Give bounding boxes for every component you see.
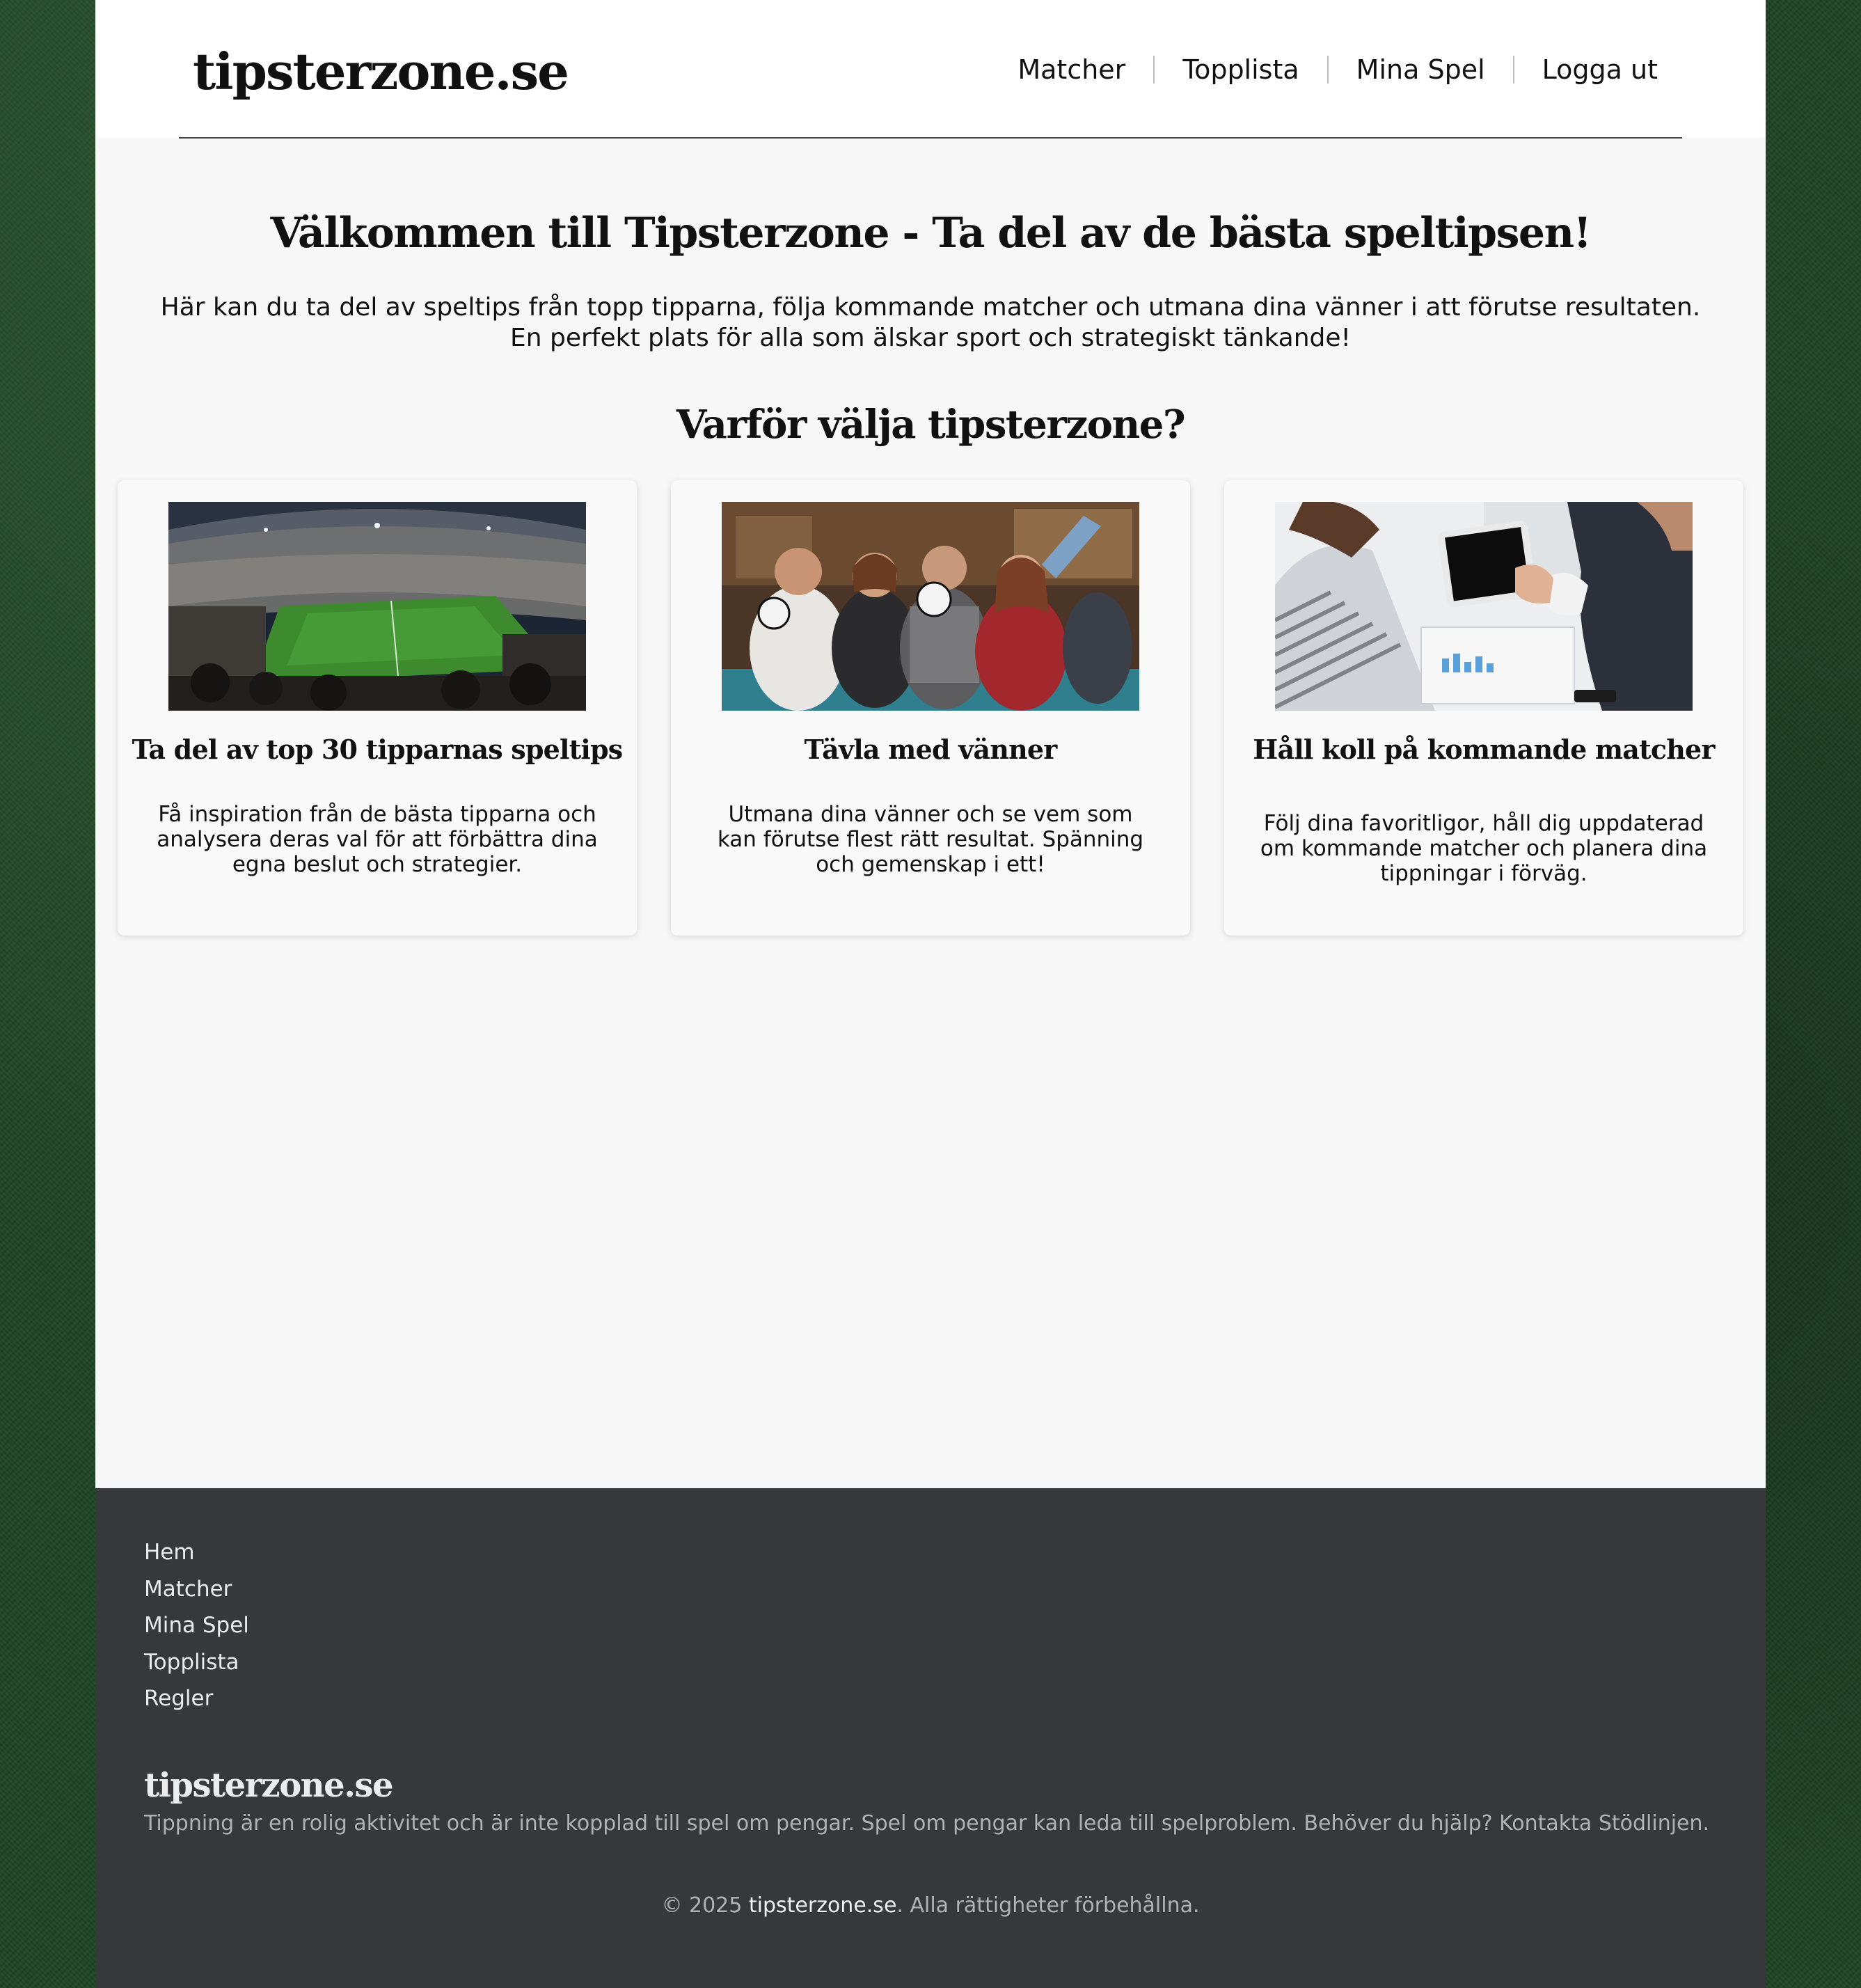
footer-link-topplista[interactable]: Topplista (144, 1644, 249, 1681)
nav-link-mina-spel[interactable]: Mina Spel (1329, 43, 1513, 96)
main-nav: Matcher Topplista Mina Spel Logga ut (990, 43, 1658, 96)
feature-card-tips: Ta del av top 30 tipparnas speltips Få i… (118, 480, 637, 936)
hero-text: Här kan du ta del av speltips från topp … (160, 293, 1701, 352)
feature-card-text: Följ dina favoritligor, håll dig uppdate… (1260, 811, 1708, 886)
footer-link-mina-spel[interactable]: Mina Spel (144, 1607, 249, 1644)
feature-card-title: Tävla med vänner (804, 734, 1057, 765)
header-divider (179, 137, 1682, 139)
footer-link-matcher[interactable]: Matcher (144, 1571, 249, 1608)
feature-card-text: Få inspiration från de bästa tipparna oc… (157, 802, 598, 877)
site-logo[interactable]: tipsterzone.se (193, 33, 569, 110)
feature-card-text: Utmana dina vänner och se vem som kan fö… (717, 802, 1144, 877)
footer-disclaimer: Tippning är en rolig aktivitet och är in… (144, 1811, 1710, 1836)
feature-card-matches: Håll koll på kommande matcher Följ dina … (1224, 480, 1743, 936)
nav-link-topplista[interactable]: Topplista (1155, 43, 1327, 96)
feature-card-title: Håll koll på kommande matcher (1253, 734, 1715, 765)
page-container: tipsterzone.se Matcher Topplista Mina Sp… (95, 0, 1766, 1988)
footer-logo: tipsterzone.se (144, 1766, 393, 1805)
footer-link-hem[interactable]: Hem (144, 1534, 249, 1571)
copyright-suffix: . Alla rättigheter förbehållna. (896, 1893, 1200, 1918)
site-header: tipsterzone.se Matcher Topplista Mina Sp… (95, 0, 1766, 138)
tablet-meeting-photo (1275, 502, 1693, 711)
copyright-prefix: © 2025 (661, 1893, 749, 1918)
friends-cheering-photo (722, 502, 1139, 711)
copyright-brand: tipsterzone.se (748, 1893, 897, 1918)
site-footer: Hem Matcher Mina Spel Topplista Regler t… (95, 1488, 1766, 1988)
stadium-photo (168, 502, 586, 711)
features-title: Varför välja tipsterzone? (676, 402, 1186, 448)
hero-title: Välkommen till Tipsterzone - Ta del av d… (270, 209, 1592, 258)
footer-link-regler[interactable]: Regler (144, 1680, 249, 1717)
feature-card-title: Ta del av top 30 tipparnas speltips (132, 734, 624, 765)
nav-link-matcher[interactable]: Matcher (990, 43, 1153, 96)
footer-nav: Hem Matcher Mina Spel Topplista Regler (144, 1534, 249, 1717)
nav-link-logga-ut[interactable]: Logga ut (1514, 43, 1658, 96)
footer-copyright: © 2025 tipsterzone.se. Alla rättigheter … (95, 1891, 1766, 1921)
feature-card-friends: Tävla med vänner Utmana dina vänner och … (671, 480, 1190, 936)
